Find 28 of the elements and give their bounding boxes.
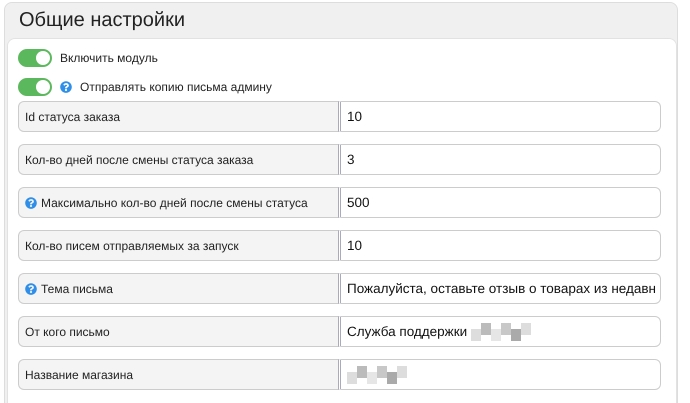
help-icon[interactable] — [25, 196, 37, 208]
toggle-label: Включить модуль — [60, 50, 158, 64]
input-field[interactable]: 10 — [338, 230, 661, 261]
input-field[interactable] — [338, 359, 661, 390]
field-label: Кол-во дней после смены статуса заказа — [25, 152, 254, 166]
field-value: 10 — [347, 238, 362, 253]
field-value: Служба поддержки — [347, 324, 468, 339]
input-field[interactable]: 500 — [338, 187, 661, 218]
field-value: 3 — [347, 152, 355, 167]
panel-title: Общие настройки — [19, 9, 185, 32]
input-field[interactable]: Служба поддержки — [338, 316, 661, 347]
field-label: Название магазина — [25, 368, 134, 382]
help-icon[interactable] — [60, 80, 72, 92]
toggle-switch[interactable] — [18, 48, 52, 66]
field-value: 500 — [347, 195, 370, 210]
toggle-label: Отправлять копию письма админу — [80, 80, 272, 94]
input-field[interactable]: 10 — [338, 101, 661, 132]
field-value: 10 — [347, 109, 362, 124]
field-value: Пожалуйста, оставьте отзыв о товарах из недавн — [347, 281, 656, 296]
field-label: От кого письмо — [25, 324, 110, 338]
input-field[interactable]: Пожалуйста, оставьте отзыв о товарах из недавн — [338, 273, 661, 304]
field-label: Максимально кол-во дней после смены статуса — [41, 196, 308, 210]
input-field[interactable]: 3 — [338, 144, 661, 175]
field-label: Кол-во писем отправляемых за запуск — [25, 238, 239, 252]
toggle-switch[interactable] — [18, 78, 52, 96]
help-icon[interactable] — [25, 282, 37, 294]
field-label: Id статуса заказа — [25, 110, 120, 124]
field-label: Тема письма — [41, 282, 113, 296]
